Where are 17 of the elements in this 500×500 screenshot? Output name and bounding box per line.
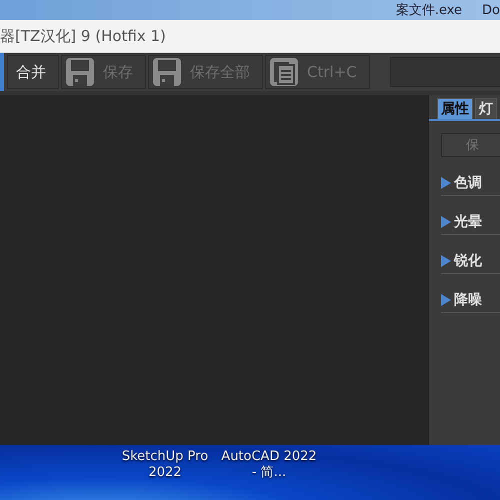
panel-tab[interactable]: 灯 xyxy=(475,98,497,119)
desktop-file-label[interactable]: Do xyxy=(482,2,500,20)
expand-icon[interactable] xyxy=(441,255,451,267)
expand-icon[interactable] xyxy=(441,294,451,306)
panel-tab[interactable]: 属性 xyxy=(437,98,473,119)
desktop-file-label[interactable]: 案文件.exe xyxy=(396,2,462,20)
copy-icon xyxy=(269,57,299,87)
window-title: 器[TZ汉化] 9 (Hotfix 1) xyxy=(0,26,166,46)
section-header[interactable]: 降噪 xyxy=(454,291,482,309)
section-header[interactable]: 锐化 xyxy=(454,252,482,270)
desktop-icon-label[interactable]: SketchUp Pro 2022 xyxy=(115,449,215,500)
section-header[interactable]: 光晕 xyxy=(454,213,482,231)
expand-icon[interactable] xyxy=(441,177,451,189)
toolbar-button[interactable]: 合并 xyxy=(7,55,59,89)
section-header[interactable]: 色调 xyxy=(454,174,482,192)
expand-icon[interactable] xyxy=(441,216,451,228)
desktop-icon-label[interactable]: AutoCAD 2022 - 简... xyxy=(219,449,319,500)
